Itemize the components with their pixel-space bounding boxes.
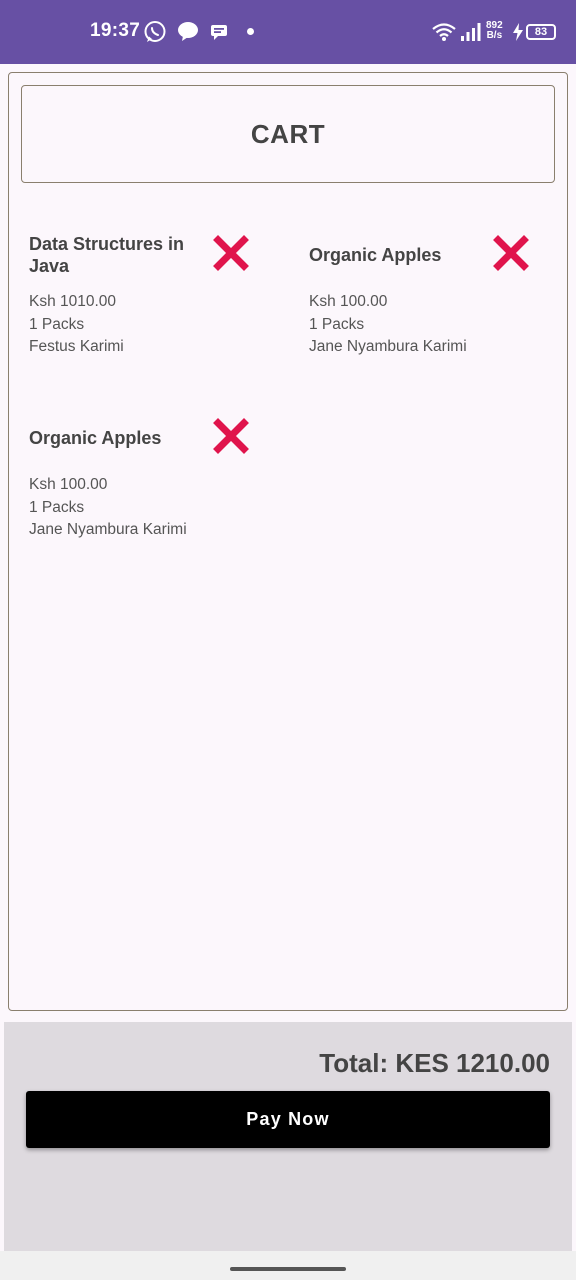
status-time: 19:37 bbox=[90, 20, 141, 41]
item-seller: Jane Nyambura Karimi bbox=[309, 338, 467, 355]
close-x-icon[interactable] bbox=[213, 235, 249, 271]
item-name: Data Structures in Java bbox=[29, 234, 185, 276]
chat-bubble-icon bbox=[177, 20, 199, 47]
item-price: Ksh 1010.00 bbox=[29, 293, 117, 310]
item-seller: Festus Karimi bbox=[29, 338, 124, 355]
network-speed-unit: B/s bbox=[486, 30, 503, 41]
close-x-icon[interactable] bbox=[213, 418, 249, 454]
item-name: Organic Apples bbox=[309, 245, 442, 265]
cart-total: Total: KES 1210.00 bbox=[319, 1048, 550, 1078]
gesture-handle[interactable] bbox=[230, 1267, 346, 1271]
signal-icon bbox=[460, 22, 482, 47]
whatsapp-icon bbox=[143, 20, 167, 49]
message-icon bbox=[210, 24, 228, 45]
pay-now-button[interactable]: Pay Now bbox=[26, 1091, 550, 1148]
charging-icon bbox=[512, 23, 524, 46]
item-price: Ksh 100.00 bbox=[309, 293, 388, 310]
item-quantity: 1 Packs bbox=[309, 315, 365, 333]
status-bar: 19:37 892 B/s 83 bbox=[0, 0, 576, 64]
checkout-panel: Total: KES 1210.00 Pay Now bbox=[4, 1022, 572, 1251]
notification-dot bbox=[247, 28, 254, 35]
network-speed: 892 B/s bbox=[486, 21, 503, 41]
page-title: CART bbox=[250, 118, 326, 149]
item-quantity: 1 Packs bbox=[29, 498, 85, 516]
cart-header: CART bbox=[21, 85, 555, 183]
item-quantity: 1 Packs bbox=[29, 315, 85, 333]
wifi-icon bbox=[432, 22, 456, 47]
cart-container: CART Data Structures in Java Ksh 1010.00… bbox=[8, 72, 568, 1011]
item-name: Organic Apples bbox=[29, 428, 162, 448]
item-seller: Jane Nyambura Karimi bbox=[29, 521, 187, 538]
navigation-bar bbox=[0, 1251, 576, 1280]
battery-icon: 83 bbox=[526, 24, 556, 40]
item-price: Ksh 100.00 bbox=[29, 476, 108, 493]
close-x-icon[interactable] bbox=[493, 235, 529, 271]
